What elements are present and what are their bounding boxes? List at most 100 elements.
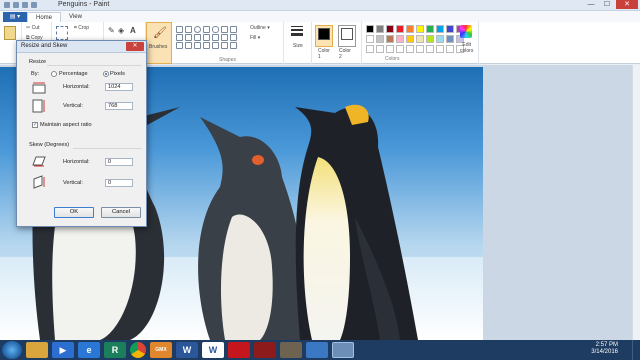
palette-swatch[interactable] bbox=[416, 35, 424, 43]
palette-swatch[interactable] bbox=[386, 35, 394, 43]
app-r-icon[interactable]: R bbox=[104, 342, 126, 358]
vertical-input[interactable]: 768 bbox=[105, 102, 133, 110]
gimp-icon[interactable] bbox=[280, 342, 302, 358]
shape-star4-icon[interactable] bbox=[185, 42, 192, 49]
tab-home[interactable]: Home bbox=[27, 12, 62, 22]
gmx-icon[interactable]: GMX bbox=[150, 342, 172, 358]
skew-vertical-input[interactable]: 0 bbox=[105, 179, 133, 187]
ie-icon[interactable]: e bbox=[78, 342, 100, 358]
shape-pentagon-icon[interactable] bbox=[194, 34, 201, 41]
palette-swatch[interactable] bbox=[446, 25, 454, 33]
palette-swatch[interactable] bbox=[376, 25, 384, 33]
shapes-gallery[interactable] bbox=[176, 26, 238, 49]
fill-button[interactable]: Fill ▾ bbox=[250, 35, 260, 41]
palette-swatch[interactable] bbox=[446, 35, 454, 43]
shape-star6-icon[interactable] bbox=[203, 42, 210, 49]
palette-swatch[interactable] bbox=[396, 45, 404, 53]
palette-swatch[interactable] bbox=[376, 35, 384, 43]
word-doc-icon[interactable]: W bbox=[202, 342, 224, 358]
palette-swatch[interactable] bbox=[366, 25, 374, 33]
shape-curve-icon[interactable] bbox=[185, 26, 192, 33]
maintain-aspect-checkbox[interactable]: ✓ bbox=[32, 122, 38, 128]
shape-arrow-right-icon[interactable] bbox=[212, 34, 219, 41]
tab-view[interactable]: View bbox=[61, 12, 90, 22]
size-button[interactable]: Size bbox=[284, 22, 312, 64]
outline-button[interactable]: Outline ▾ bbox=[250, 25, 270, 31]
percentage-label: Percentage bbox=[59, 71, 88, 77]
palette-swatch[interactable] bbox=[386, 25, 394, 33]
palette-swatch[interactable] bbox=[396, 35, 404, 43]
speedometer-icon[interactable] bbox=[306, 342, 328, 358]
palette-swatch[interactable] bbox=[446, 45, 454, 53]
start-button[interactable] bbox=[2, 341, 22, 359]
ok-button[interactable]: OK bbox=[54, 207, 94, 218]
shape-righttriangle-icon[interactable] bbox=[176, 34, 183, 41]
close-window-button[interactable]: ✕ bbox=[616, 0, 638, 9]
fill-icon[interactable]: ◈ bbox=[118, 26, 124, 35]
shape-diamond-icon[interactable] bbox=[185, 34, 192, 41]
palette-swatch[interactable] bbox=[426, 25, 434, 33]
color2-button[interactable] bbox=[338, 25, 356, 47]
select-icon[interactable] bbox=[56, 26, 68, 40]
brushes-button[interactable]: 🖌 Brushes bbox=[146, 22, 172, 64]
shape-star5-icon[interactable] bbox=[194, 42, 201, 49]
vertical-scrollbar[interactable] bbox=[632, 65, 640, 340]
acrobat2-icon[interactable] bbox=[254, 342, 276, 358]
show-desktop-button[interactable] bbox=[632, 340, 640, 360]
palette-swatch[interactable] bbox=[406, 45, 414, 53]
palette-swatch[interactable] bbox=[436, 35, 444, 43]
paint-icon[interactable] bbox=[332, 342, 354, 358]
shape-cloud-icon[interactable] bbox=[230, 42, 237, 49]
palette-swatch[interactable] bbox=[436, 25, 444, 33]
palette-swatch[interactable] bbox=[406, 25, 414, 33]
maximize-button[interactable]: ☐ bbox=[600, 0, 614, 9]
palette-swatch[interactable] bbox=[366, 35, 374, 43]
shape-line-icon[interactable] bbox=[176, 26, 183, 33]
clock-time: 2:57 PM bbox=[595, 342, 618, 348]
text-icon[interactable]: A bbox=[130, 26, 136, 35]
cut-button[interactable]: ✂ Cut bbox=[26, 25, 39, 31]
shape-callout-oval-icon[interactable] bbox=[221, 42, 228, 49]
system-clock[interactable]: 2:57 PM 3/14/2016 bbox=[591, 342, 618, 356]
shape-oval-icon[interactable] bbox=[194, 26, 201, 33]
palette-swatch[interactable] bbox=[416, 45, 424, 53]
media-player-icon[interactable]: ▶ bbox=[52, 342, 74, 358]
palette-swatch[interactable] bbox=[426, 45, 434, 53]
palette-swatch[interactable] bbox=[366, 45, 374, 53]
shape-rect-icon[interactable] bbox=[203, 26, 210, 33]
cancel-button[interactable]: Cancel bbox=[101, 207, 141, 218]
shape-polygon-icon[interactable] bbox=[221, 26, 228, 33]
crop-button[interactable]: ⌗ Crop bbox=[74, 25, 89, 31]
file-menu-button[interactable]: ▤ ▾ bbox=[3, 12, 27, 22]
word-icon[interactable]: W bbox=[176, 342, 198, 358]
shape-triangle-icon[interactable] bbox=[230, 26, 237, 33]
shape-callout-rect-icon[interactable] bbox=[212, 42, 219, 49]
pixels-radio[interactable] bbox=[103, 71, 109, 77]
shape-hexagon-icon[interactable] bbox=[203, 34, 210, 41]
chrome-icon[interactable] bbox=[130, 342, 146, 358]
palette-swatch[interactable] bbox=[376, 45, 384, 53]
horizontal-input[interactable]: 1024 bbox=[105, 83, 133, 91]
shape-arrow-up-icon[interactable] bbox=[230, 34, 237, 41]
skew-horizontal-input[interactable]: 0 bbox=[105, 158, 133, 166]
palette-swatch[interactable] bbox=[386, 45, 394, 53]
shape-arrow-down-icon[interactable] bbox=[176, 42, 183, 49]
window-controls: — ☐ ✕ bbox=[582, 0, 638, 9]
paste-icon[interactable] bbox=[4, 26, 16, 40]
palette-swatch[interactable] bbox=[416, 25, 424, 33]
palette-swatch[interactable] bbox=[406, 35, 414, 43]
palette-swatch[interactable] bbox=[396, 25, 404, 33]
edit-colors-button[interactable]: Edit colors bbox=[455, 22, 479, 64]
percentage-radio[interactable] bbox=[51, 71, 57, 77]
palette-swatch[interactable] bbox=[436, 45, 444, 53]
palette-swatch[interactable] bbox=[426, 35, 434, 43]
shape-roundrect-icon[interactable] bbox=[212, 26, 219, 33]
dialog-close-button[interactable]: ✕ bbox=[126, 42, 144, 51]
color1-button[interactable] bbox=[315, 25, 333, 47]
explorer-icon[interactable] bbox=[26, 342, 48, 358]
minimize-button[interactable]: — bbox=[584, 0, 598, 9]
shape-arrow-left-icon[interactable] bbox=[221, 34, 228, 41]
pencil-icon[interactable]: ✎ bbox=[108, 26, 115, 35]
acrobat-icon[interactable] bbox=[228, 342, 250, 358]
window-title: Penguins - Paint bbox=[58, 1, 110, 8]
